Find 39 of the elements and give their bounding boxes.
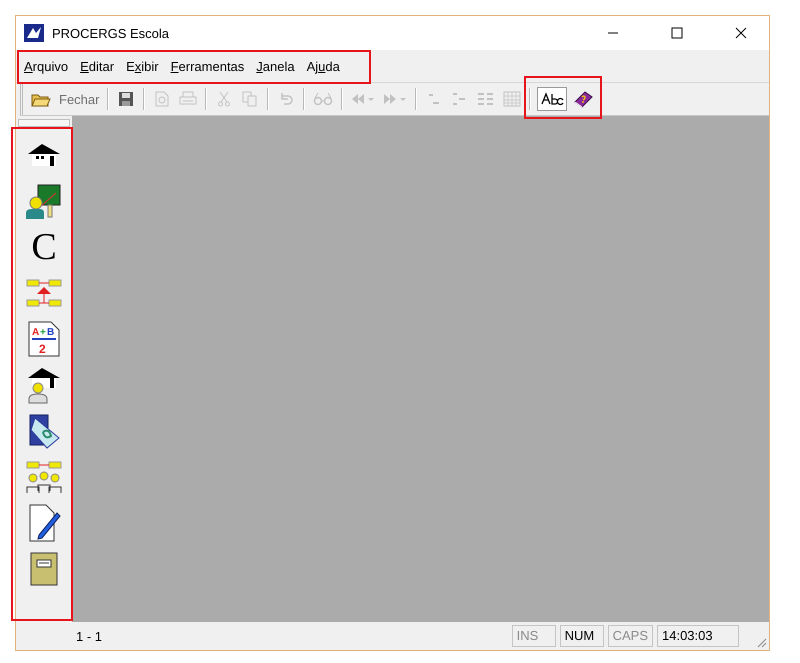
key-indicator: CAPS xyxy=(608,625,653,647)
printer-icon xyxy=(179,91,198,107)
student-house-icon xyxy=(26,366,62,404)
teacher-board-icon xyxy=(26,183,62,219)
clock-time: 14:03:03 xyxy=(657,625,739,647)
menu-item[interactable]: Exibir xyxy=(124,56,161,76)
transfer-icon xyxy=(26,277,62,309)
scissors-icon xyxy=(217,91,232,107)
rewind-dropdown-icon xyxy=(351,92,376,106)
toolbar-grip[interactable] xyxy=(18,119,70,127)
menu-item[interactable]: Ferramentas xyxy=(168,56,246,76)
glasses-icon xyxy=(313,92,334,106)
copy-icon xyxy=(242,91,258,107)
groups-icon xyxy=(26,460,62,494)
menu-item[interactable]: Janela xyxy=(254,56,297,76)
house-icon xyxy=(26,142,62,168)
grid-icon xyxy=(503,91,522,107)
help-book-icon xyxy=(573,90,594,108)
abc-icon xyxy=(540,92,564,106)
menu-item[interactable]: Editar xyxy=(78,56,116,76)
book-icon xyxy=(29,551,59,587)
resize-grip-icon xyxy=(755,636,767,648)
record-position: 1 - 1 xyxy=(76,628,104,644)
menu-item[interactable]: Arquivo xyxy=(22,56,70,76)
maximize-icon xyxy=(671,27,683,39)
menu-item[interactable]: Ajuda xyxy=(304,56,342,76)
window-title: PROCERGS Escola xyxy=(52,26,170,40)
close-icon xyxy=(735,27,747,39)
fast-forward-dropdown-icon xyxy=(383,92,408,106)
spell-check-button[interactable] xyxy=(537,87,568,111)
list-icon xyxy=(477,92,496,106)
app-logo-icon xyxy=(24,24,44,42)
sidebar-button[interactable]: C xyxy=(22,225,66,269)
outline-icon xyxy=(427,92,442,106)
key-indicator: NUM xyxy=(560,625,604,647)
calendar-icon xyxy=(27,412,61,450)
print-preview-icon xyxy=(154,91,170,107)
document-pencil-icon xyxy=(27,503,61,543)
key-indicator: INS xyxy=(512,625,556,647)
